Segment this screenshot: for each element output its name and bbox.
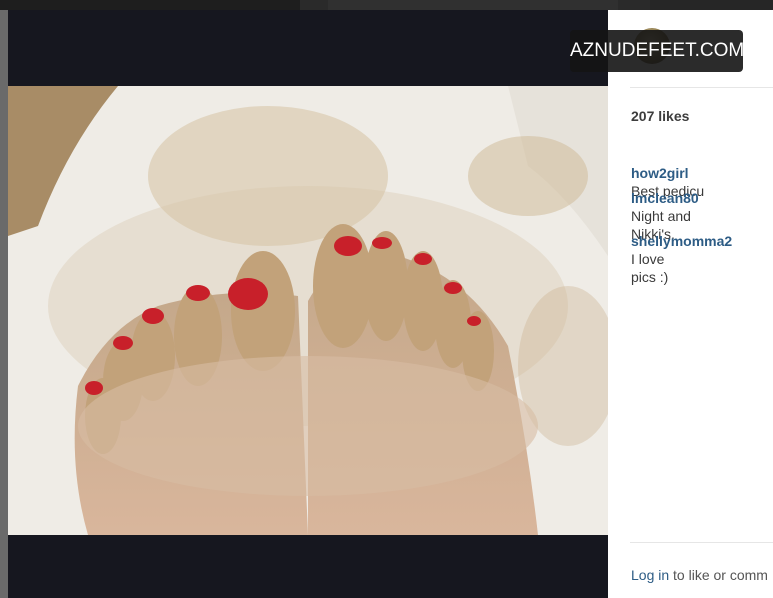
post-details-panel: 207 likes how2girl Best pedicu lmclean80… xyxy=(608,10,773,598)
header-divider xyxy=(630,87,773,88)
comment-text: I love pics :) xyxy=(631,251,669,285)
feet-in-sand-image xyxy=(8,86,608,535)
watermark: AZNUDEFEET.COM xyxy=(570,30,744,72)
thumbnail[interactable] xyxy=(328,0,618,10)
comment: shellymomma2 I love pics :) xyxy=(631,214,773,286)
comment-username[interactable]: shellymomma2 xyxy=(631,233,732,249)
login-prompt-text: to like or comm xyxy=(673,567,768,583)
login-link[interactable]: Log in xyxy=(631,567,669,583)
thumbnail-strip xyxy=(0,0,773,10)
left-gutter xyxy=(0,10,8,598)
footer-divider xyxy=(630,542,773,543)
thumbnail[interactable] xyxy=(650,0,773,10)
post-photo xyxy=(8,86,608,535)
login-prompt: Log in to like or comm xyxy=(631,567,768,583)
likes-count[interactable]: 207 likes xyxy=(631,108,689,124)
thumbnail[interactable] xyxy=(0,0,300,10)
comment-username[interactable]: lmclean80 xyxy=(631,190,699,206)
